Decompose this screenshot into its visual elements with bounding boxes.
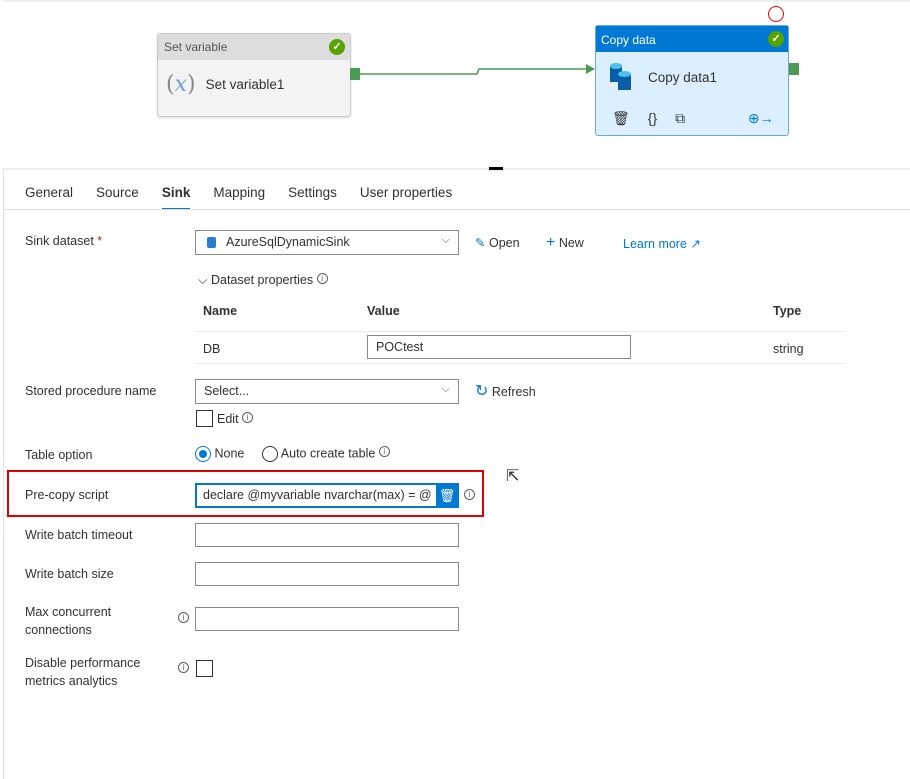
info-icon: i [464, 489, 475, 500]
external-link-icon: ↗ [690, 237, 701, 251]
radio-label: Auto create table [280, 446, 376, 461]
label-text: Sink dataset [25, 234, 94, 248]
learn-more-text: Learn more [623, 237, 687, 251]
tab-bar: General Source Sink Mapping Settings Use… [25, 185, 475, 210]
radio-auto-create-table[interactable]: Auto create table i [262, 446, 390, 462]
refresh-button[interactable]: ↻ Refresh [475, 381, 536, 401]
activity-name: Set variable1 [205, 77, 285, 92]
learn-more-link[interactable]: Learn more ↗ [623, 236, 701, 251]
radio-label: None [214, 446, 245, 461]
dataset-properties-toggle[interactable]: ⌵ Dataset properties i [198, 273, 328, 288]
copy-data-activity[interactable]: Copy data ✓ Copy data1 🗑 {} ⧉ ⊕→ [595, 25, 789, 136]
property-name: DB [203, 342, 221, 356]
chevron-down-icon: ⌵ [441, 383, 450, 395]
sink-dataset-select[interactable]: AzureSqlDynamicSink ⌵ [195, 230, 459, 255]
variable-icon: (x) [166, 72, 196, 97]
write-batch-size-label: Write batch size [25, 567, 114, 581]
sql-dataset-icon [207, 237, 216, 249]
tab-source[interactable]: Source [96, 185, 139, 210]
edit-text: Edit [217, 412, 239, 426]
clone-icon[interactable]: ⧉ [675, 110, 685, 127]
pre-copy-script-input[interactable]: declare @myvariable nvarchar(max) = @ [195, 483, 459, 508]
output-port[interactable] [789, 63, 799, 75]
tab-sink[interactable]: Sink [161, 185, 191, 210]
divider [3, 209, 910, 210]
stored-procedure-select[interactable]: Select... ⌵ [195, 379, 459, 404]
code-icon[interactable]: {} [648, 110, 657, 127]
new-label: New [558, 236, 584, 250]
section-title: Dataset properties [210, 273, 314, 287]
tab-general[interactable]: General [25, 185, 73, 210]
radio-none[interactable]: None [195, 446, 244, 462]
selected-value: Select... [204, 384, 250, 398]
new-button[interactable]: + New [546, 234, 584, 252]
add-output-icon[interactable]: ⊕→ [748, 110, 774, 127]
property-type: string [773, 342, 804, 356]
divider [195, 331, 846, 332]
activity-name: Copy data1 [648, 69, 718, 85]
tab-user-properties[interactable]: User properties [360, 185, 452, 210]
activity-type: Set variable [158, 34, 350, 60]
resize-handle[interactable] [489, 167, 503, 170]
info-icon: i [242, 412, 254, 423]
open-label: Open [488, 236, 520, 250]
write-batch-timeout-input[interactable] [195, 523, 459, 547]
max-concurrent-connections-label: Max concurrent connections [25, 605, 112, 637]
edit-checkbox[interactable] [196, 410, 213, 427]
edit-label: Edit i [217, 412, 254, 426]
success-check-icon: ✓ [768, 31, 784, 47]
refresh-label: Refresh [491, 385, 536, 399]
info-icon: i [178, 612, 189, 623]
highlight-circle [768, 6, 784, 22]
refresh-icon: ↻ [475, 383, 489, 400]
success-check-icon: ✓ [329, 39, 345, 55]
set-variable-activity[interactable]: Set variable ✓ (x) Set variable1 [157, 33, 351, 117]
database-icon [610, 63, 631, 90]
info-icon: i [378, 446, 390, 457]
open-button[interactable]: ✎ Open [475, 235, 520, 250]
table-option-label: Table option [25, 448, 93, 462]
radio-button[interactable] [262, 446, 278, 462]
max-concurrent-connections-input[interactable] [195, 607, 459, 631]
pre-copy-script-label: Pre-copy script [25, 488, 109, 502]
dependency-connector [360, 64, 595, 75]
mouse-cursor-icon: ⇱ [506, 468, 520, 485]
chevron-down-icon: ⌵ [198, 273, 208, 287]
success-output-port[interactable] [350, 68, 360, 80]
activity-type: Copy data [596, 26, 788, 52]
sink-dataset-label: Sink dataset * [25, 234, 102, 248]
plus-icon: + [546, 234, 556, 251]
write-batch-timeout-label: Write batch timeout [25, 528, 133, 542]
radio-button[interactable] [195, 446, 211, 462]
required-marker: * [97, 234, 103, 248]
chevron-down-icon: ⌵ [441, 234, 450, 246]
info-icon: i [178, 662, 189, 673]
stored-procedure-label: Stored procedure name [25, 384, 157, 398]
delete-icon[interactable]: 🗑 [612, 110, 630, 127]
selected-value: AzureSqlDynamicSink [226, 235, 350, 249]
property-value-input[interactable]: POCtest [367, 335, 631, 359]
tab-settings[interactable]: Settings [288, 185, 337, 210]
divider [195, 363, 846, 364]
column-header-type: Type [773, 304, 802, 318]
pencil-icon: ✎ [475, 236, 486, 250]
info-icon: i [316, 273, 328, 284]
delete-icon[interactable]: 🗑 [436, 484, 458, 507]
disable-metrics-checkbox[interactable] [196, 660, 213, 677]
write-batch-size-input[interactable] [195, 562, 459, 586]
divider [3, 170, 4, 779]
column-header-value: Value [367, 304, 400, 318]
column-header-name: Name [203, 304, 238, 318]
disable-metrics-label: Disable performance metrics analytics [25, 656, 141, 688]
tab-mapping[interactable]: Mapping [213, 185, 265, 210]
